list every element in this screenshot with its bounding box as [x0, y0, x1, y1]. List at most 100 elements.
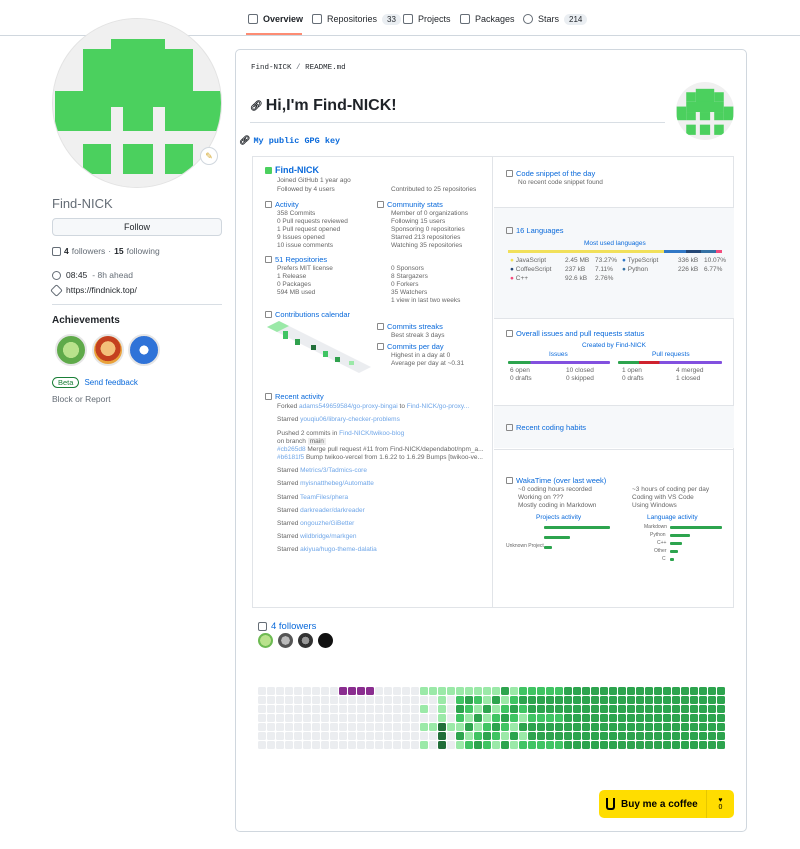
follower-avatar[interactable] [318, 633, 333, 648]
anchor-link-icon[interactable]: 🔗︎ [239, 135, 250, 146]
contribution-cell [339, 741, 347, 749]
contribution-cell [582, 741, 590, 749]
contribution-cell [510, 696, 518, 704]
tab-packages[interactable]: Packages [460, 8, 515, 30]
contribution-cell [573, 705, 581, 713]
avatar[interactable] [52, 18, 222, 188]
contribution-cell [501, 687, 509, 695]
tab-stars[interactable]: Stars 214 [523, 8, 588, 30]
contribution-cell [312, 687, 320, 695]
metrics-joined: Joined GitHub 1 year ago [277, 177, 351, 184]
recent-activity-item: Starred Metrics/3/Tadmics-core [277, 467, 367, 474]
crumb-file[interactable]: README.md [305, 64, 346, 72]
contribution-cell [510, 732, 518, 740]
contribution-cell [357, 723, 365, 731]
contribution-cell [555, 732, 563, 740]
contribution-cell [519, 696, 527, 704]
contribution-cell [312, 732, 320, 740]
contribution-cell [330, 741, 338, 749]
contribution-cell [546, 714, 554, 722]
follower-avatar[interactable] [278, 633, 293, 648]
metrics-followed-by: Followed by 4 users [277, 186, 335, 193]
contribution-cell [303, 732, 311, 740]
contribution-cell [483, 723, 491, 731]
recent-activity-item: Starred ongouzhe/GiBetter [277, 520, 354, 527]
contribution-cell [375, 714, 383, 722]
contribution-cell [411, 696, 419, 704]
language-name: CoffeeScript [515, 266, 552, 273]
contribution-cell [402, 723, 410, 731]
contribution-cell [591, 696, 599, 704]
prs-label: Pull requests [652, 351, 690, 358]
contribution-cell [294, 705, 302, 713]
coding-habits-title: Recent coding habits [506, 423, 586, 432]
contribution-cell [636, 714, 644, 722]
coffee-supporters: ♥ 0 [706, 790, 734, 818]
activity-title-text: Activity [275, 200, 299, 209]
contribution-cell [420, 732, 428, 740]
pulse-icon [506, 330, 513, 337]
perday-value: Highest in a day at 0 [391, 352, 451, 359]
followers-label[interactable]: followers [72, 246, 106, 256]
send-feedback-link[interactable]: Send feedback [84, 378, 137, 387]
contribution-cell [465, 687, 473, 695]
contribution-cell [321, 741, 329, 749]
tab-projects[interactable]: Projects [403, 8, 451, 30]
contribution-cell [474, 732, 482, 740]
contribution-cell [564, 714, 572, 722]
lang-segment-javascript [508, 250, 665, 253]
contribution-cell [330, 723, 338, 731]
buy-me-a-coffee-button[interactable]: Buy me a coffee ♥ 0 [599, 790, 734, 818]
tab-label: Stars [538, 14, 560, 24]
followers-count[interactable]: 4 [64, 246, 69, 256]
contribution-cell [420, 741, 428, 749]
tab-repositories[interactable]: Repositories 33 [312, 8, 401, 30]
contribution-cell [537, 705, 545, 713]
contribution-cell [294, 687, 302, 695]
recent-prefix: Starred [277, 507, 299, 514]
anchor-link-icon[interactable]: 🔗︎ [250, 101, 263, 112]
contribution-cell [303, 687, 311, 695]
contribution-cell [447, 741, 455, 749]
contribution-cell [429, 714, 437, 722]
crumb-user[interactable]: Find-NICK [251, 64, 292, 72]
metrics-user-name: Find-NICK [265, 165, 319, 175]
following-label[interactable]: following [127, 246, 160, 256]
beta-badge: Beta [52, 377, 80, 388]
contribution-cell [492, 723, 500, 731]
contribution-cell [528, 705, 536, 713]
follower-avatar[interactable] [298, 633, 313, 648]
metrics-name-text: Find-NICK [275, 165, 319, 175]
status-emoji-button[interactable]: ✎ [200, 147, 218, 165]
contribution-cell [402, 696, 410, 704]
contribution-cell [366, 732, 374, 740]
tab-overview[interactable]: Overview [248, 8, 303, 30]
achievement-quickdraw-icon[interactable] [92, 334, 124, 366]
contribution-cell [357, 714, 365, 722]
contribution-cell [348, 732, 356, 740]
repo-icon [265, 256, 272, 263]
divider [52, 304, 222, 305]
contribution-cell [339, 714, 347, 722]
achievement-yolo-icon[interactable] [128, 334, 160, 366]
followers-title-text[interactable]: 4 followers [271, 621, 316, 632]
contribution-cell [528, 687, 536, 695]
recent-activity-item: Starred akiyua/hugo-theme-dalatia [277, 546, 377, 553]
website-link[interactable]: https://findnick.top/ [66, 285, 137, 295]
block-report-link[interactable]: Block or Report [52, 394, 111, 404]
contribution-cell [375, 696, 383, 704]
contribution-cell [564, 741, 572, 749]
waka-stat: Working on ??? [518, 494, 564, 501]
activity-title: Activity [265, 200, 299, 209]
follow-button[interactable]: Follow [52, 218, 222, 236]
lang-segment-coffeescript [685, 250, 701, 253]
contribution-cell [510, 741, 518, 749]
streak-value: Best streak 3 days [391, 332, 445, 339]
contribution-cell [501, 696, 509, 704]
contribution-cell [537, 723, 545, 731]
following-count[interactable]: 15 [114, 246, 123, 256]
gpg-key-link[interactable]: My public GPG key [253, 136, 340, 146]
follower-avatar[interactable] [258, 633, 273, 648]
achievement-pair-extraordinaire-icon[interactable] [55, 334, 87, 366]
contribution-cell [321, 696, 329, 704]
